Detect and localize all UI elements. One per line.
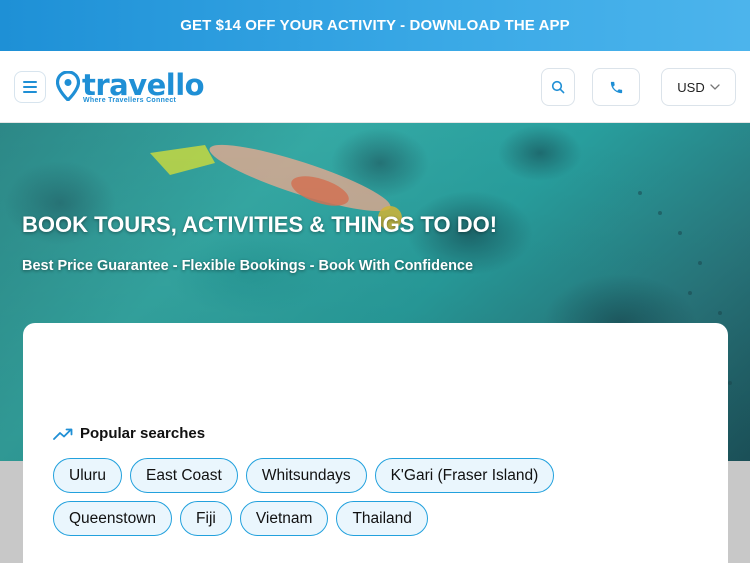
popular-searches-title: Popular searches xyxy=(80,425,206,442)
phone-icon xyxy=(610,81,622,93)
chip-east-coast[interactable]: East Coast xyxy=(130,458,238,493)
location-pin-icon xyxy=(56,71,80,101)
trending-up-icon xyxy=(53,428,73,440)
search-button[interactable] xyxy=(541,68,575,106)
chip-whitsundays[interactable]: Whitsundays xyxy=(245,458,367,493)
phone-button[interactable] xyxy=(592,68,640,106)
search-panel: Popular searches Uluru East Coast Whitsu… xyxy=(23,323,728,563)
menu-icon-bar xyxy=(23,91,37,93)
chip-row: Queenstown Fiji Vietnam Thailand xyxy=(53,501,693,536)
currency-value: USD xyxy=(677,79,705,95)
popular-searches-header: Popular searches xyxy=(53,425,205,442)
chip-queenstown[interactable]: Queenstown xyxy=(53,501,173,536)
chip-vietnam[interactable]: Vietnam xyxy=(239,501,329,536)
chip-uluru[interactable]: Uluru xyxy=(53,458,123,493)
promo-text[interactable]: GET $14 OFF YOUR ACTIVITY - DOWNLOAD THE… xyxy=(180,17,569,34)
site-header: travello Where Travellers Connect USD xyxy=(0,51,750,123)
chip-thailand[interactable]: Thailand xyxy=(336,501,428,536)
menu-icon-bar xyxy=(23,86,37,88)
chip-row: Uluru East Coast Whitsundays K'Gari (Fra… xyxy=(53,458,693,493)
hero-subtitle: Best Price Guarantee - Flexible Bookings… xyxy=(22,258,474,274)
menu-icon-bar xyxy=(23,81,37,83)
logo-tagline: Where Travellers Connect xyxy=(83,97,177,104)
popular-search-chips: Uluru East Coast Whitsundays K'Gari (Fra… xyxy=(53,458,693,544)
chip-fiji[interactable]: Fiji xyxy=(180,501,232,536)
currency-selector[interactable]: USD xyxy=(661,68,736,106)
hero-title: BOOK TOURS, ACTIVITIES & THINGS TO DO! xyxy=(22,212,498,237)
chip-kgari-fraser-island[interactable]: K'Gari (Fraser Island) xyxy=(374,458,555,493)
chevron-down-icon xyxy=(710,84,720,90)
logo[interactable]: travello Where Travellers Connect xyxy=(56,68,206,109)
search-icon xyxy=(551,80,565,94)
promo-banner[interactable]: GET $14 OFF YOUR ACTIVITY - DOWNLOAD THE… xyxy=(0,0,750,51)
menu-button[interactable] xyxy=(14,71,46,103)
